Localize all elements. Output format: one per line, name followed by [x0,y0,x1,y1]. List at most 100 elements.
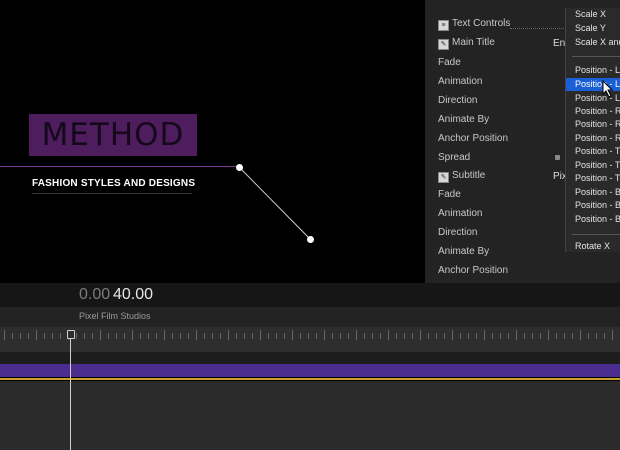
ruler-tick [92,333,93,339]
ruler-tick [500,333,501,339]
project-name: Pixel Film Studios [79,311,151,321]
menu-item-scale-xy[interactable]: Scale X and [566,36,620,49]
ruler-tick [516,330,517,340]
inspector-row-animation[interactable]: Animation [438,76,482,87]
text-controls-divider [510,28,570,29]
ruler-tick [596,333,597,339]
inspector-row-anchor-position-2[interactable]: Anchor Position [438,265,508,276]
inspector-row-animation-2[interactable]: Animation [438,208,482,219]
ruler-tick [468,333,469,339]
ruler-tick [364,333,365,339]
ruler-tick [4,330,5,340]
text-controls-icon: ≡ [438,20,449,31]
inspector-row-anchor-position[interactable]: Anchor Position [438,133,508,144]
spread-slider-knob[interactable] [555,155,560,160]
inspector-row-animate-by-2[interactable]: Animate By [438,246,489,257]
ruler-tick [148,333,149,339]
anchor-handle-start[interactable] [236,164,243,171]
inspector-row-main-title[interactable]: ✎ Main Title [438,37,495,50]
inspector-row-fade[interactable]: Fade [438,57,461,68]
menu-item-scale-y[interactable]: Scale Y [566,22,620,35]
ruler-tick [252,333,253,339]
menu-item-position-1[interactable]: Position - L [566,64,620,77]
timeline-ruler[interactable] [0,327,620,352]
subtitle-icon: ✎ [438,172,449,183]
playhead-handle[interactable] [67,330,75,339]
anchor-path-line [239,167,312,241]
inspector-row-direction[interactable]: Direction [438,95,477,106]
animation-dropdown-menu: Scale X Scale Y Scale X and Position - L… [565,8,620,252]
ruler-tick [84,333,85,339]
ruler-tick [260,330,261,340]
ruler-tick [404,333,405,339]
menu-item-position-7[interactable]: Position - T [566,145,620,158]
ruler-tick [244,333,245,339]
menu-item-scale-x[interactable]: Scale X [566,8,620,21]
clip-marker-line [0,378,620,380]
ruler-tick [76,333,77,339]
ruler-tick [428,333,429,339]
ruler-tick [332,333,333,339]
ruler-tick [284,333,285,339]
ruler-tick [308,333,309,339]
ruler-tick [476,333,477,339]
menu-item-rotate-x[interactable]: Rotate X [566,240,620,253]
ruler-tick [52,333,53,339]
ruler-tick [532,333,533,339]
ruler-tick [316,333,317,339]
menu-item-position-10[interactable]: Position - B [566,186,620,199]
ruler-tick [196,330,197,340]
ruler-tick [548,330,549,340]
timecode-display[interactable]: 40.00 [113,286,153,304]
ruler-tick [164,330,165,340]
canvas-viewer: METHOD FASHION STYLES AND DESIGNS [0,0,425,283]
ruler-tick [212,333,213,339]
ruler-tick [580,330,581,340]
ruler-tick [460,333,461,339]
inspector-row-text-controls[interactable]: ≡ Text Controls [438,18,510,31]
ruler-tick [172,333,173,339]
menu-item-position-4[interactable]: Position - R [566,105,620,118]
ruler-tick [508,333,509,339]
menu-item-position-11[interactable]: Position - B [566,199,620,212]
timecode-dim: 0.00 [79,286,111,303]
ruler-tick [36,330,37,340]
timeline-clip[interactable] [0,364,620,377]
ruler-tick [220,333,221,339]
ruler-tick [612,330,613,340]
ruler-tick [588,333,589,339]
menu-item-position-8[interactable]: Position - T [566,159,620,172]
track-gap [0,352,620,364]
inspector-row-direction-2[interactable]: Direction [438,227,477,238]
ruler-tick [228,330,229,340]
ruler-tick [540,333,541,339]
ruler-tick [108,333,109,339]
ruler-tick [100,330,101,340]
inspector-row-fade-2[interactable]: Fade [438,189,461,200]
main-title-value[interactable]: En [553,38,565,49]
ruler-tick [268,333,269,339]
menu-item-position-12[interactable]: Position - B [566,213,620,226]
menu-item-position-9[interactable]: Position - T [566,172,620,185]
timeline-lower-track [0,381,620,450]
menu-item-position-5[interactable]: Position - R [566,118,620,131]
ruler-tick [180,333,181,339]
ruler-tick [436,333,437,339]
ruler-tick [28,333,29,339]
ruler-tick [292,330,293,340]
inspector-row-spread[interactable]: Spread [438,152,470,163]
ruler-tick [572,333,573,339]
ruler-tick [348,333,349,339]
inspector-row-subtitle[interactable]: ✎ Subtitle [438,170,485,183]
menu-item-position-6[interactable]: Position - R [566,132,620,145]
inspector-row-animate-by[interactable]: Animate By [438,114,489,125]
ruler-tick [60,333,61,339]
anchor-handle-end[interactable] [307,236,314,243]
ruler-tick [324,330,325,340]
ruler-tick [604,333,605,339]
ruler-tick [564,333,565,339]
ruler-tick [372,333,373,339]
ruler-tick [340,333,341,339]
ruler-tick [356,330,357,340]
playhead[interactable] [70,333,71,450]
